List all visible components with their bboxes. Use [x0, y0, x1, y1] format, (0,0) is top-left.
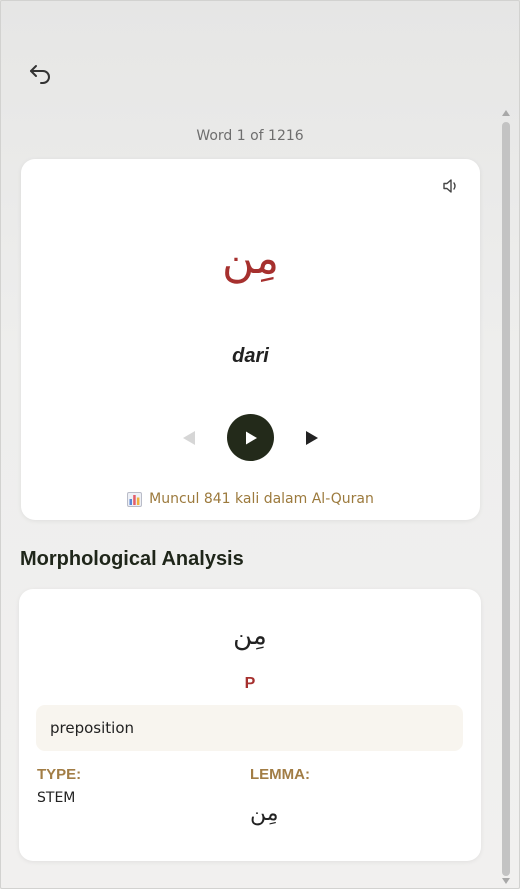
undo-arrow-icon	[30, 65, 50, 84]
frequency-text: Muncul 841 kali dalam Al-Quran	[149, 491, 374, 507]
speaker-icon	[443, 179, 456, 193]
play-icon	[245, 431, 257, 444]
word-counter: Word 1 of 1216	[196, 128, 304, 144]
speaker-button[interactable]	[440, 175, 462, 197]
bar-chart-icon	[127, 491, 143, 507]
pos-description-text: preposition	[50, 719, 135, 737]
playback-controls	[21, 413, 480, 463]
frequency-info: Muncul 841 kali dalam Al-Quran	[21, 491, 480, 507]
back-button[interactable]	[22, 58, 58, 90]
pos-description: preposition	[36, 705, 463, 751]
pos-tag: P	[244, 675, 256, 692]
word-card: مِن dari Muncul 841 kali dalam Al-Quran	[21, 159, 480, 520]
next-triangle-icon	[306, 431, 318, 445]
morph-arabic-word: مِن	[233, 621, 267, 651]
arabic-word: مِن	[221, 233, 280, 284]
lemma-label: LEMMA:	[250, 766, 310, 783]
scrollbar[interactable]	[501, 110, 511, 884]
word-translation: dari	[232, 345, 269, 367]
prev-word-button[interactable]	[180, 428, 198, 448]
scroll-thumb[interactable]	[502, 122, 510, 876]
scroll-down-arrow-icon[interactable]	[502, 878, 510, 884]
scroll-up-arrow-icon[interactable]	[502, 110, 510, 116]
prev-triangle-icon	[183, 431, 195, 445]
next-word-button[interactable]	[303, 428, 321, 448]
section-title: Morphological Analysis	[20, 548, 244, 570]
type-label: TYPE:	[37, 766, 82, 783]
play-button[interactable]	[227, 414, 274, 461]
type-value: STEM	[37, 790, 76, 806]
morphology-card: مِن P preposition TYPE: STEM LEMMA: مِن	[19, 589, 481, 861]
lemma-value: مِن	[250, 801, 279, 826]
